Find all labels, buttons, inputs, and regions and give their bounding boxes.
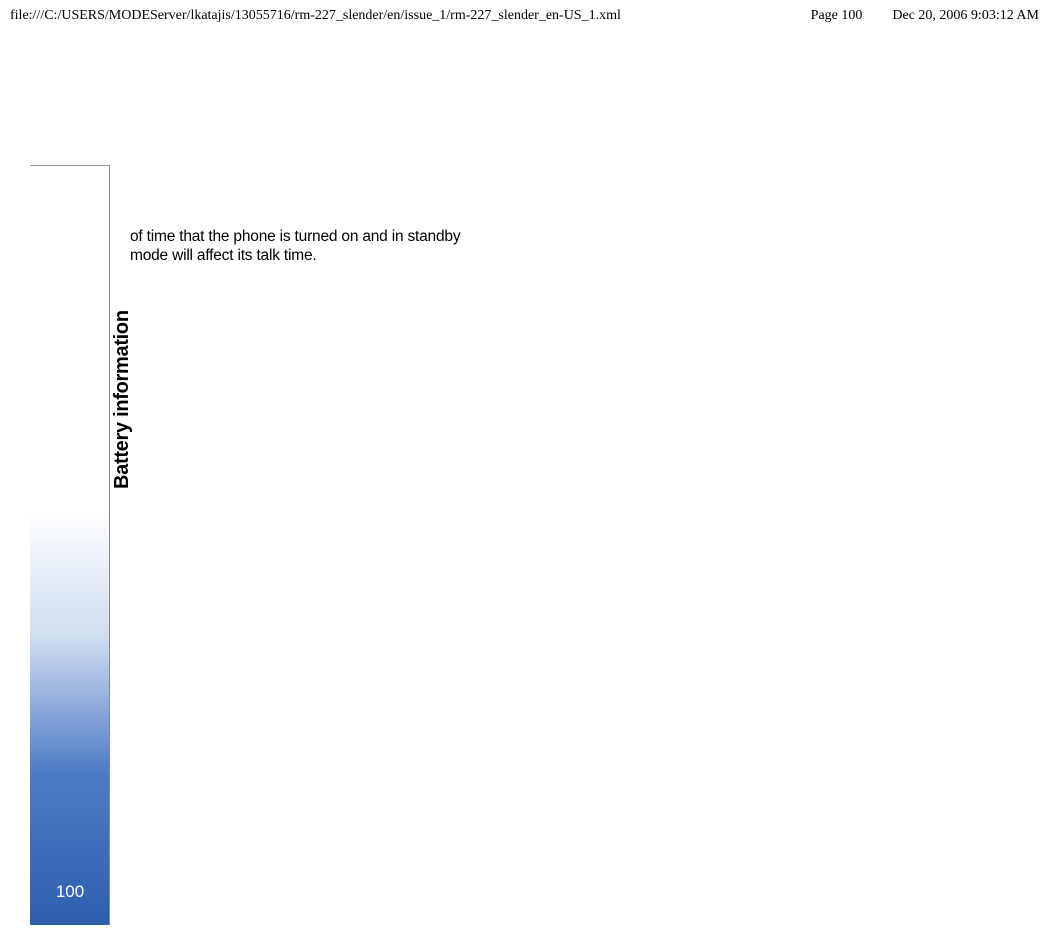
timestamp: Dec 20, 2006 9:03:12 AM [892,8,1039,24]
page-indicator: Page 100 [811,8,863,24]
section-title: Battery information [111,310,134,489]
print-header: file:///C:/USERS/MODEServer/lkatajis/130… [0,0,1049,32]
sidebar: Battery information 100 [30,165,110,925]
file-path: file:///C:/USERS/MODEServer/lkatajis/130… [10,8,781,24]
page-number: 100 [30,882,110,902]
body-text: of time that the phone is turned on and … [130,227,500,266]
page-body: Battery information 100 of time that the… [30,165,930,925]
